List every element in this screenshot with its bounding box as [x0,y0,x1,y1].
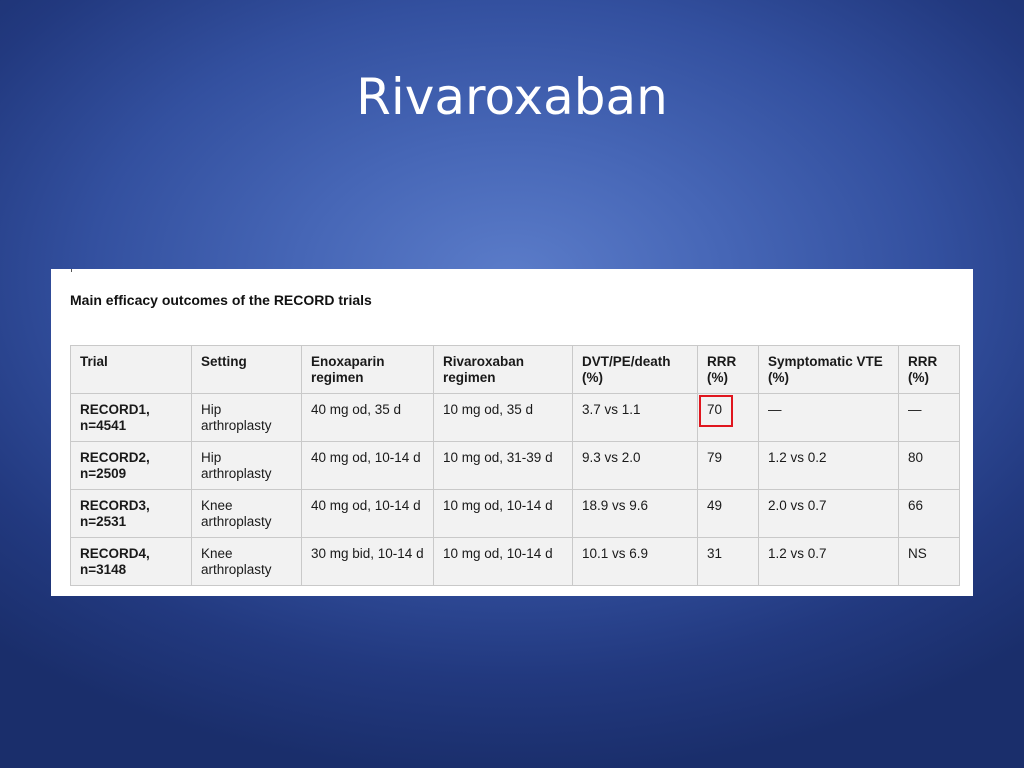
cell-rrr: 31 [697,537,759,586]
slide-title: Rivaroxaban [356,68,668,126]
header-rivaroxaban-regimen: Rivaroxaban regimen [433,345,573,394]
cell-symptomatic-vte: 1.2 vs 0.7 [758,537,899,586]
cell-rrr-vte: — [898,393,960,442]
cell-rrr: 79 [697,441,759,490]
cell-rivaroxaban: 10 mg od, 35 d [433,393,573,442]
table-row: RECORD2, n=2509 Hip arthroplasty 40 mg o… [70,441,960,490]
cell-rrr-vte: NS [898,537,960,586]
header-rrr-vte: RRR (%) [898,345,960,394]
header-symptomatic-vte: Symptomatic VTE (%) [758,345,899,394]
cell-enoxaparin: 30 mg bid, 10-14 d [301,537,434,586]
table-row: RECORD4, n=3148 Knee arthroplasty 30 mg … [70,537,960,586]
cell-rivaroxaban: 10 mg od, 31-39 d [433,441,573,490]
cell-setting: Knee arthroplasty [191,489,302,538]
header-setting: Setting [191,345,302,394]
panel-tick-mark [71,269,72,272]
cell-dvt-pe-death: 9.3 vs 2.0 [572,441,698,490]
cell-rivaroxaban: 10 mg od, 10-14 d [433,537,573,586]
cell-enoxaparin: 40 mg od, 35 d [301,393,434,442]
header-enoxaparin-regimen: Enoxaparin regimen [301,345,434,394]
cell-enoxaparin: 40 mg od, 10-14 d [301,489,434,538]
table-row: RECORD1, n=4541 Hip arthroplasty 40 mg o… [70,393,960,442]
cell-symptomatic-vte: 2.0 vs 0.7 [758,489,899,538]
cell-trial: RECORD4, n=3148 [70,537,192,586]
cell-rivaroxaban: 10 mg od, 10-14 d [433,489,573,538]
header-trial: Trial [70,345,192,394]
cell-rrr-vte: 80 [898,441,960,490]
table-row: RECORD3, n=2531 Knee arthroplasty 40 mg … [70,489,960,538]
cell-trial: RECORD1, n=4541 [70,393,192,442]
table-header-row: Trial Setting Enoxaparin regimen Rivarox… [70,345,960,394]
cell-dvt-pe-death: 3.7 vs 1.1 [572,393,698,442]
cell-symptomatic-vte: 1.2 vs 0.2 [758,441,899,490]
highlighted-rrr-value: 70 [698,395,734,427]
table-image-panel: Main efficacy outcomes of the RECORD tri… [51,269,973,596]
table-caption: Main efficacy outcomes of the RECORD tri… [70,292,372,308]
cell-setting: Knee arthroplasty [191,537,302,586]
cell-trial: RECORD3, n=2531 [70,489,192,538]
cell-symptomatic-vte: — [758,393,899,442]
cell-trial: RECORD2, n=2509 [70,441,192,490]
record-trials-table: Trial Setting Enoxaparin regimen Rivarox… [70,345,960,586]
header-dvt-pe-death: DVT/PE/death (%) [572,345,698,394]
cell-setting: Hip arthroplasty [191,393,302,442]
cell-rrr-vte: 66 [898,489,960,538]
cell-rrr: 49 [697,489,759,538]
cell-dvt-pe-death: 10.1 vs 6.9 [572,537,698,586]
cell-dvt-pe-death: 18.9 vs 9.6 [572,489,698,538]
cell-rrr: 70 [697,393,759,442]
header-rrr: RRR (%) [697,345,759,394]
cell-setting: Hip arthroplasty [191,441,302,490]
cell-enoxaparin: 40 mg od, 10-14 d [301,441,434,490]
